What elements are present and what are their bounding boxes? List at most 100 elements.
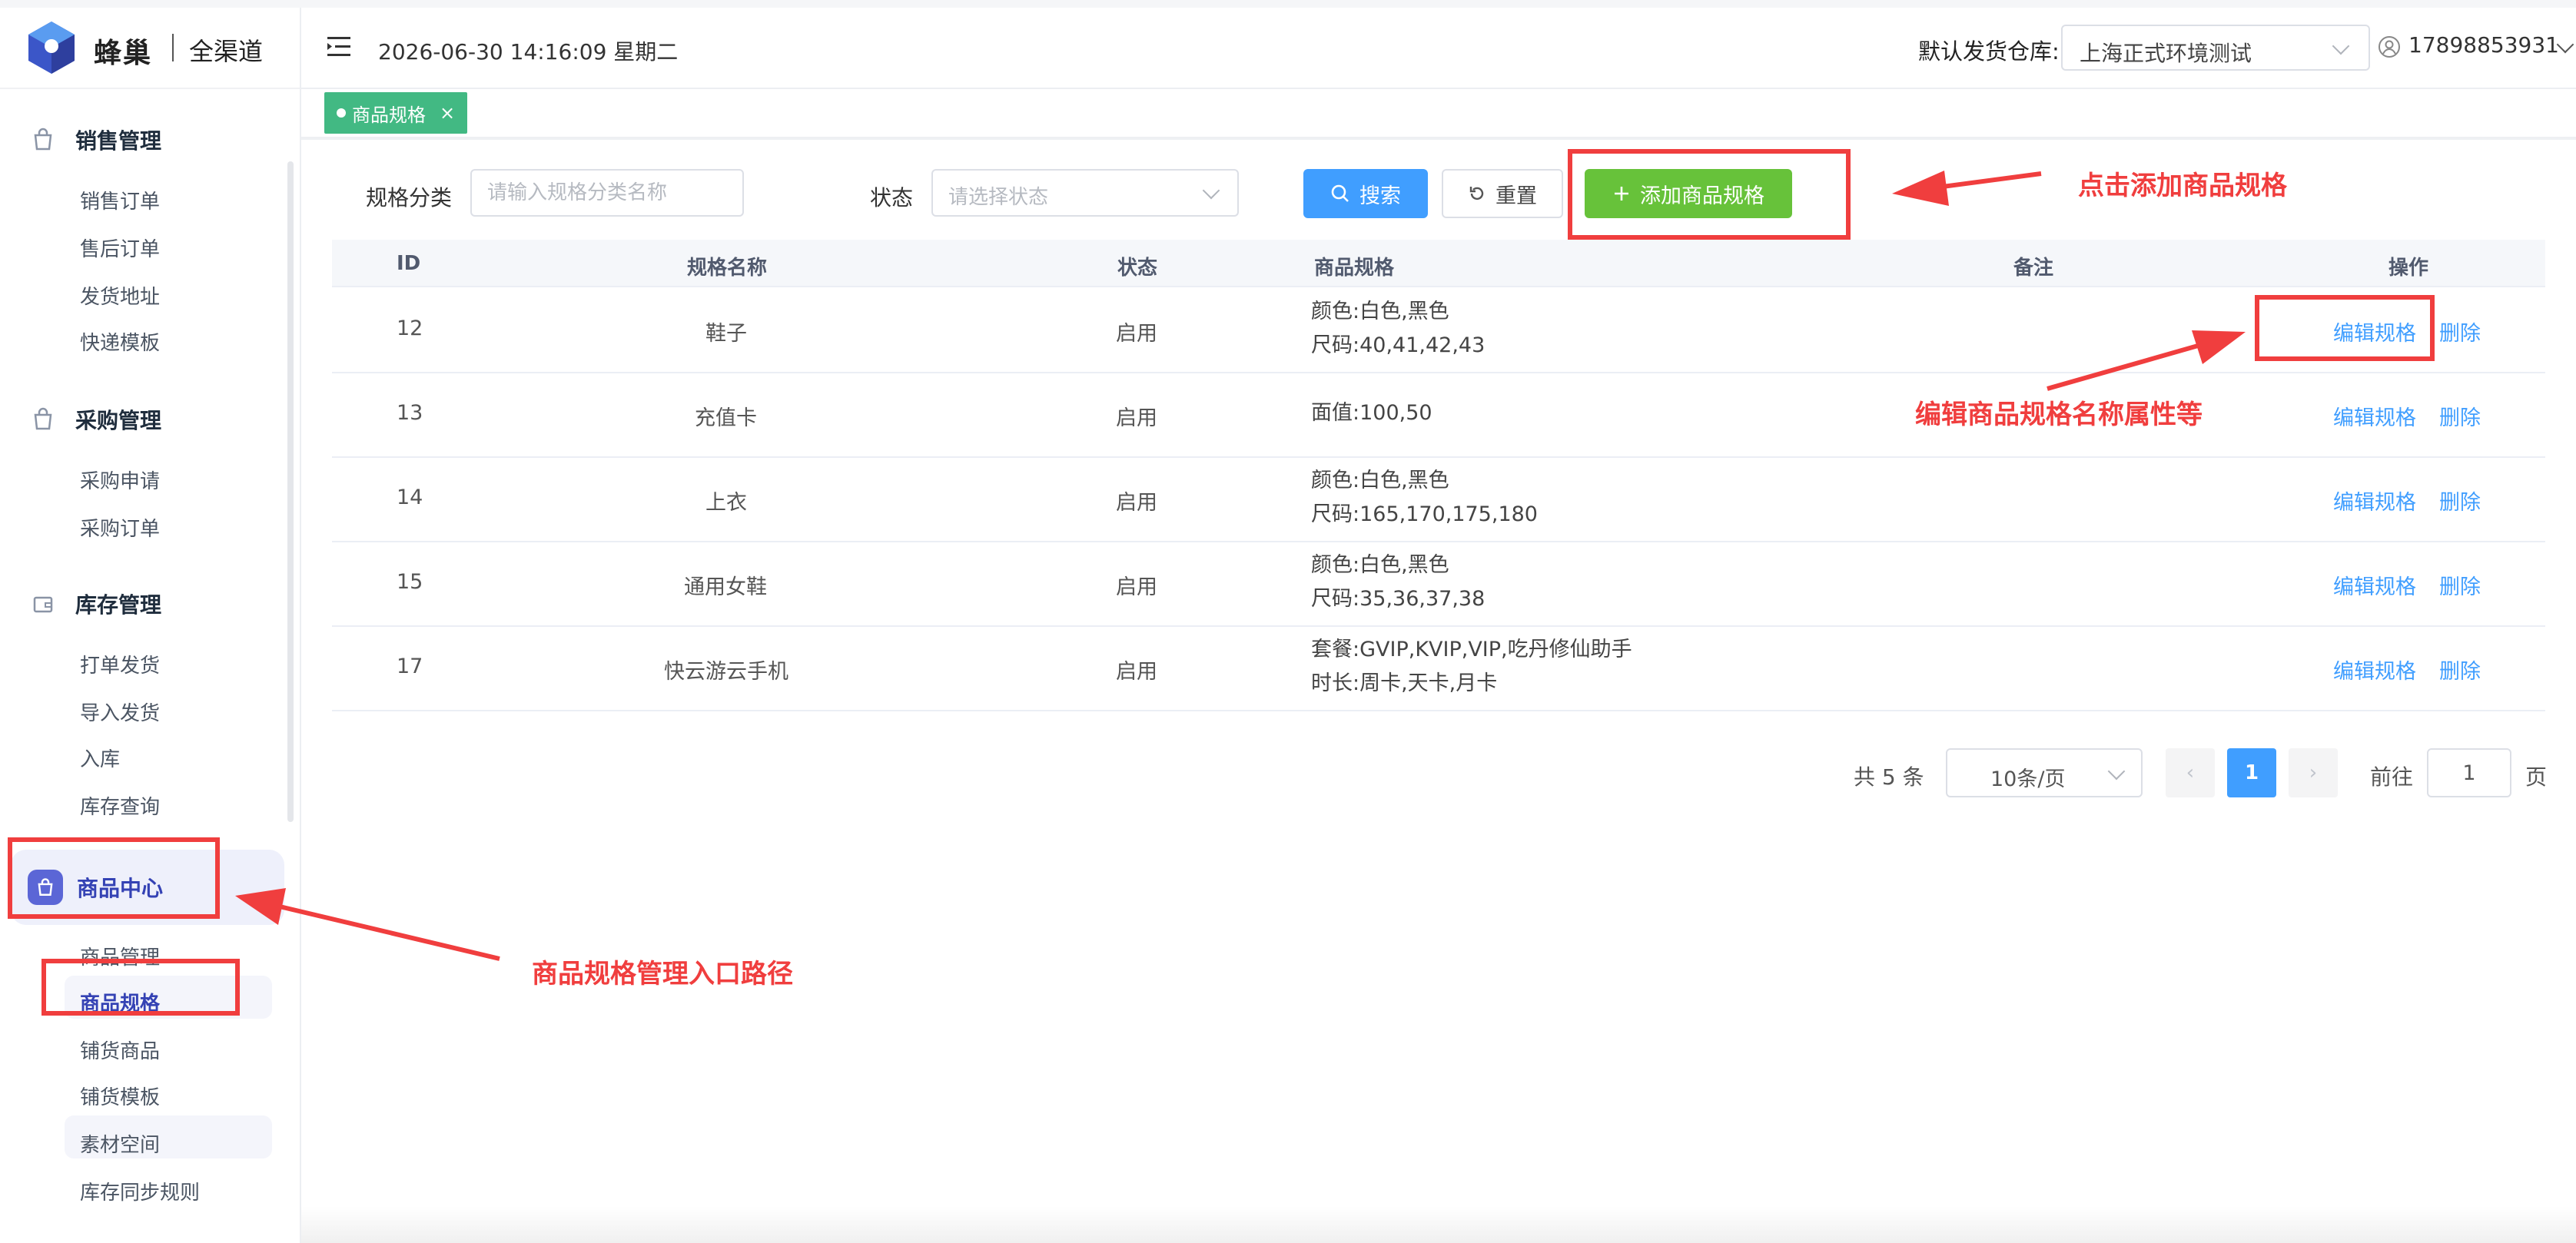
- sidebar-item-stock-in[interactable]: 入库: [80, 744, 120, 772]
- col-id: ID: [397, 252, 421, 275]
- sidebar-group-label: 采购管理: [75, 408, 162, 433]
- cell-id: 17: [397, 655, 423, 678]
- edit-spec-link[interactable]: 编辑规格: [2333, 401, 2416, 431]
- edit-spec-link[interactable]: 编辑规格: [2333, 570, 2416, 600]
- sidebar-scrollbar[interactable]: [287, 161, 294, 822]
- sidebar-item-distribute-template[interactable]: 铺货模板: [80, 1082, 160, 1110]
- cart-icon: [28, 404, 58, 435]
- reset-button[interactable]: 重置: [1442, 169, 1563, 218]
- annotation-edit-text: 编辑商品规格名称属性等: [1915, 399, 2203, 430]
- sidebar-item-print-ship[interactable]: 打单发货: [80, 650, 160, 678]
- sidebar-item-material-space[interactable]: 素材空间: [80, 1129, 160, 1158]
- cell-spec: 颜色:白色,黑色 尺码:35,36,37,38: [1311, 549, 1485, 616]
- tab-product-spec[interactable]: 商品规格 ×: [324, 92, 468, 134]
- search-icon: [1331, 184, 1349, 202]
- header-datetime: 2026-06-30 14:16:09 星期二: [378, 39, 679, 65]
- cell-spec: 颜色:白色,黑色 尺码:40,41,42,43: [1311, 295, 1485, 363]
- sidebar-item-aftersale-order[interactable]: 售后订单: [80, 234, 160, 262]
- col-actions: 操作: [2388, 257, 2429, 280]
- cell-spec: 颜色:白色,黑色 尺码:165,170,175,180: [1311, 464, 1538, 532]
- cell-spec: 面值:100,50: [1311, 396, 1432, 430]
- delete-link[interactable]: 删除: [2439, 401, 2481, 431]
- chevron-down-icon: [2332, 37, 2350, 55]
- delete-link[interactable]: 删除: [2439, 486, 2481, 515]
- highlight-product-spec: [41, 959, 240, 1016]
- spec-line: 尺码:35,36,37,38: [1311, 587, 1486, 611]
- wallet-icon: [28, 588, 58, 619]
- col-note: 备注: [2013, 257, 2054, 280]
- page-size-value: 10条/页: [1990, 767, 2066, 791]
- brand-name: 蜂巢: [94, 38, 153, 69]
- refresh-icon: [1469, 187, 1484, 201]
- sidebar-group-inventory[interactable]: 库存管理: [28, 581, 161, 627]
- active-dot-icon: [337, 108, 346, 118]
- top-header: 2026-06-30 14:16:09 星期二 默认发货仓库: 上海正式环境测试…: [301, 8, 2576, 89]
- annotation-entry-text: 商品规格管理入口路径: [532, 959, 793, 989]
- chevron-right-icon: ›: [2309, 761, 2318, 784]
- table-row: 14 上衣 启用 颜色:白色,黑色 尺码:165,170,175,180 编辑规…: [332, 456, 2545, 542]
- tab-label: 商品规格: [352, 104, 426, 126]
- sidebar-item-import-ship[interactable]: 导入发货: [80, 698, 160, 726]
- cell-name: 上衣: [705, 491, 747, 515]
- goto-label: 前往: [2370, 764, 2414, 790]
- page-1-button[interactable]: 1: [2227, 748, 2276, 797]
- sidebar-item-ship-address[interactable]: 发货地址: [80, 281, 160, 310]
- sidebar-item-purchase-request[interactable]: 采购申请: [80, 466, 160, 494]
- sidebar: 蜂巢 全渠道 销售管理 销售订单 售后订单 发货地址 快递模板 采购管理 采购申…: [0, 8, 301, 1243]
- menu-fold-icon[interactable]: [327, 35, 354, 58]
- goto-page-input[interactable]: [2427, 748, 2511, 797]
- sidebar-group-sales[interactable]: 销售管理: [28, 117, 161, 163]
- cell-status: 启用: [1116, 575, 1157, 599]
- brand-divider: [172, 34, 174, 61]
- edit-spec-link[interactable]: 编辑规格: [2333, 486, 2416, 515]
- close-icon[interactable]: ×: [440, 102, 455, 124]
- category-label: 规格分类: [366, 185, 453, 210]
- sidebar-item-purchase-order[interactable]: 采购订单: [80, 513, 160, 542]
- spec-line: 颜色:白色,黑色: [1311, 300, 1449, 323]
- sidebar-item-distribute-product[interactable]: 铺货商品: [80, 1036, 160, 1064]
- chevron-down-icon: [1202, 181, 1220, 200]
- top-strip: [0, 0, 2576, 8]
- prev-page-button[interactable]: ‹: [2166, 748, 2215, 797]
- cell-name: 快云游云手机: [664, 660, 788, 684]
- sidebar-group-label: 库存管理: [75, 592, 162, 618]
- sidebar-item-stock-query[interactable]: 库存查询: [80, 791, 160, 820]
- user-account[interactable]: 17898853931: [2408, 32, 2559, 58]
- table-row: 12 鞋子 启用 颜色:白色,黑色 尺码:40,41,42,43 编辑规格 删除: [332, 287, 2545, 373]
- spec-line: 颜色:白色,黑色: [1311, 469, 1449, 492]
- highlight-add-button: [1568, 149, 1851, 240]
- delete-link[interactable]: 删除: [2439, 655, 2481, 684]
- highlight-edit-link: [2255, 295, 2435, 361]
- sidebar-item-stock-sync-rule[interactable]: 库存同步规则: [80, 1177, 200, 1205]
- col-spec-name: 规格名称: [687, 257, 768, 280]
- spec-line: 时长:周卡,天卡,月卡: [1311, 671, 1498, 695]
- reset-button-label: 重置: [1495, 184, 1537, 208]
- category-input[interactable]: [470, 169, 744, 217]
- delete-link[interactable]: 删除: [2439, 570, 2481, 600]
- edit-spec-link[interactable]: 编辑规格: [2333, 655, 2416, 684]
- next-page-button[interactable]: ›: [2289, 748, 2338, 797]
- pagination-total: 共 5 条: [1854, 764, 1924, 790]
- warehouse-select[interactable]: 上海正式环境测试: [2061, 25, 2370, 71]
- sidebar-group-purchase[interactable]: 采购管理: [28, 396, 161, 443]
- warehouse-label: 默认发货仓库:: [1918, 38, 2060, 65]
- chevron-down-icon: [2107, 762, 2126, 781]
- status-placeholder: 请选择状态: [948, 186, 1049, 209]
- delete-link[interactable]: 删除: [2439, 317, 2481, 346]
- sidebar-item-express-template[interactable]: 快递模板: [80, 327, 160, 356]
- spec-line: 套餐:GVIP,KVIP,VIP,吃丹修仙助手: [1311, 638, 1632, 661]
- cell-name: 充值卡: [695, 406, 757, 430]
- spec-line: 尺码:40,41,42,43: [1311, 333, 1486, 357]
- table-row: 17 快云游云手机 启用 套餐:GVIP,KVIP,VIP,吃丹修仙助手 时长:…: [332, 625, 2545, 711]
- user-dropdown-icon[interactable]: [2556, 35, 2574, 54]
- sidebar-item-sales-order[interactable]: 销售订单: [80, 186, 160, 214]
- cell-id: 12: [397, 317, 423, 340]
- page-size-select[interactable]: 10条/页: [1946, 748, 2143, 797]
- cell-status: 启用: [1116, 322, 1157, 346]
- search-button[interactable]: 搜索: [1303, 169, 1428, 218]
- table-row: 13 充值卡 启用 面值:100,50 编辑规格 删除: [332, 372, 2545, 458]
- bottom-shadow: [301, 1206, 2576, 1243]
- status-select[interactable]: 请选择状态: [931, 169, 1239, 217]
- cell-id: 13: [397, 401, 423, 425]
- logo-icon: [28, 22, 75, 74]
